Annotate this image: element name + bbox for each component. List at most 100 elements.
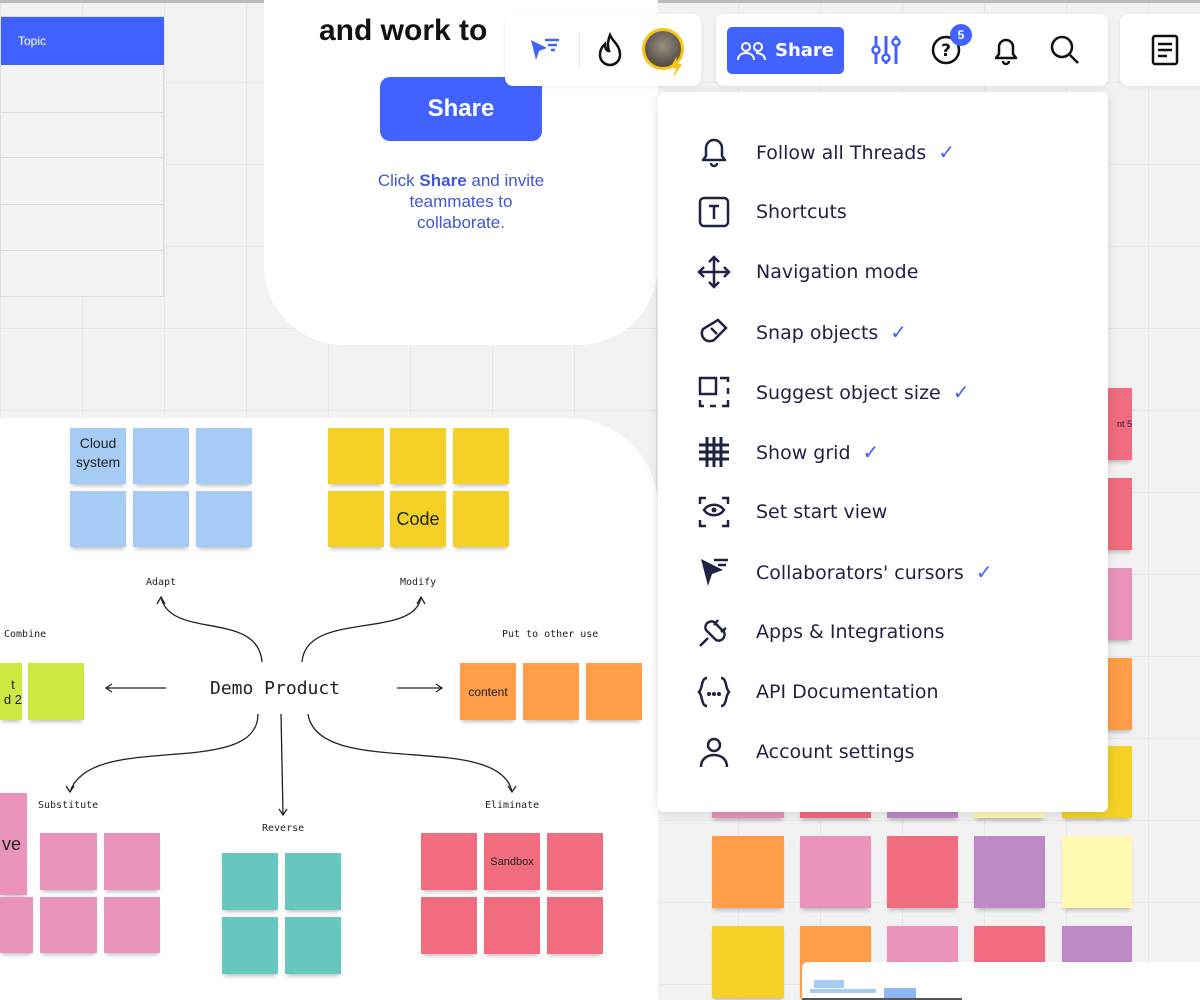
sticky-note[interactable] [712, 926, 784, 998]
sliders-icon[interactable] [870, 34, 902, 66]
plug-icon [699, 619, 727, 647]
sticky-note[interactable]: Cloud system [70, 428, 126, 484]
menu-item-suggest-object-size[interactable]: Suggest object size ✓ [658, 362, 1108, 422]
mindmap-connectors [65, 595, 517, 817]
sticky-note[interactable] [974, 836, 1045, 908]
branch-adapt[interactable]: Adapt [146, 577, 176, 588]
keyboard-key-icon [698, 196, 730, 228]
menu-item-label: Shortcuts [756, 201, 847, 223]
people-icon [736, 41, 766, 60]
sticky-note[interactable] [285, 853, 341, 910]
menu-item-follow-all-threads[interactable]: Follow all Threads ✓ [658, 122, 1108, 182]
sticky-note[interactable]: Code [390, 491, 446, 547]
table-header: Topic [1, 17, 164, 65]
notes-panel-button[interactable] [1120, 14, 1200, 86]
lightning-icon [670, 56, 682, 78]
branch-modify[interactable]: Modify [400, 577, 436, 588]
sticky-note[interactable] [390, 428, 446, 484]
minimap-widget[interactable] [802, 962, 1200, 1000]
menu-item-apps-integrations[interactable]: Apps & Integrations [658, 602, 1108, 662]
user-icon [699, 737, 729, 768]
cursor-filter-icon[interactable] [527, 34, 563, 66]
cursor-icon [701, 558, 728, 586]
share-button[interactable]: Share [727, 27, 844, 74]
sticky-note[interactable] [196, 428, 252, 484]
menu-item-navigation-mode[interactable]: Navigation mode [658, 242, 1108, 302]
menu-item-label: Collaborators' cursors ✓ [756, 560, 993, 584]
sticky-note[interactable] [453, 428, 509, 484]
menu-item-snap-objects[interactable]: Snap objects ✓ [658, 302, 1108, 362]
connector-reverse [280, 713, 284, 816]
sticky-note[interactable] [70, 491, 126, 547]
mindmap-center[interactable]: Demo Product [210, 678, 340, 699]
grid-icon [699, 437, 729, 467]
sticky-note[interactable]: Sandbox [484, 833, 540, 890]
sticky-note[interactable] [222, 853, 278, 910]
connector-substitute [69, 713, 259, 793]
menu-item-collaborators-cursors[interactable]: Collaborators' cursors ✓ [658, 542, 1108, 602]
flame-icon[interactable] [595, 32, 625, 68]
sticky-note[interactable] [133, 428, 189, 484]
branch-combine[interactable]: Combine [4, 629, 46, 640]
menu-item-label: Apps & Integrations [756, 621, 945, 643]
menu-item-label: Account settings [756, 741, 915, 763]
branch-reverse[interactable]: Reverse [262, 823, 304, 834]
menu-item-api-documentation[interactable]: API Documentation [658, 662, 1108, 722]
divider [579, 32, 580, 68]
branch-eliminate[interactable]: Eliminate [485, 800, 539, 811]
branch-substitute[interactable]: Substitute [38, 800, 98, 811]
sticky-note[interactable] [712, 836, 784, 908]
sticky-note[interactable] [328, 428, 384, 484]
sticky-note[interactable] [104, 897, 160, 953]
sticky-note[interactable] [285, 917, 341, 974]
sticky-note[interactable] [547, 897, 603, 954]
table-row[interactable] [1, 157, 164, 158]
table-row[interactable] [1, 204, 164, 205]
bell-icon[interactable] [990, 34, 1022, 66]
menu-item-set-start-view[interactable]: Set start view [658, 482, 1108, 542]
sticky-note[interactable] [40, 833, 97, 890]
resize-frame-icon [698, 376, 730, 408]
menu-item-show-grid[interactable]: Show grid ✓ [658, 422, 1108, 482]
eye-frame-icon [698, 496, 730, 528]
sticky-note[interactable] [104, 833, 160, 890]
branch-put-to-other-use[interactable]: Put to other use [502, 629, 598, 640]
topic-table[interactable]: Topic [0, 16, 164, 297]
menu-item-shortcuts[interactable]: Shortcuts [658, 182, 1108, 242]
menu-item-label: Show grid ✓ [756, 440, 880, 464]
bell-icon [701, 138, 727, 168]
sticky-note[interactable] [328, 491, 384, 547]
menu-item-label: Set start view [756, 501, 888, 523]
sticky-note[interactable] [421, 897, 477, 954]
sticky-note[interactable] [421, 833, 477, 890]
menu-item-label: Suggest object size ✓ [756, 380, 970, 404]
sticky-note[interactable] [887, 836, 958, 908]
search-icon[interactable] [1049, 34, 1081, 66]
sticky-note[interactable] [800, 836, 871, 908]
invite-share-button[interactable]: Share [380, 77, 542, 141]
sticky-text: nt 5 [1116, 419, 1132, 429]
magnet-icon [700, 318, 728, 343]
sticky-note[interactable] [40, 897, 97, 953]
sticky-note[interactable] [547, 833, 603, 890]
sticky-text: Cloud system [75, 435, 121, 470]
table-row[interactable] [1, 250, 164, 251]
menu-item-account-settings[interactable]: Account settings [658, 722, 1108, 782]
table-row[interactable] [1, 112, 164, 113]
share-label: Share [774, 40, 834, 61]
menu-item-label: Snap objects ✓ [756, 320, 908, 344]
sticky-note[interactable] [196, 491, 252, 547]
braces-icon [697, 676, 731, 708]
check-icon: ✓ [890, 320, 908, 344]
check-icon: ✓ [952, 380, 970, 404]
sticky-note[interactable] [0, 897, 33, 953]
sticky-note[interactable] [1062, 836, 1132, 908]
connector-modify [301, 596, 422, 663]
minimap-block [810, 989, 876, 993]
sticky-note[interactable] [484, 897, 540, 954]
sticky-note[interactable] [222, 917, 278, 974]
sticky-note[interactable] [133, 491, 189, 547]
minimap-block [814, 980, 844, 988]
sticky-note[interactable] [453, 491, 509, 547]
connector-adapt [160, 596, 263, 663]
